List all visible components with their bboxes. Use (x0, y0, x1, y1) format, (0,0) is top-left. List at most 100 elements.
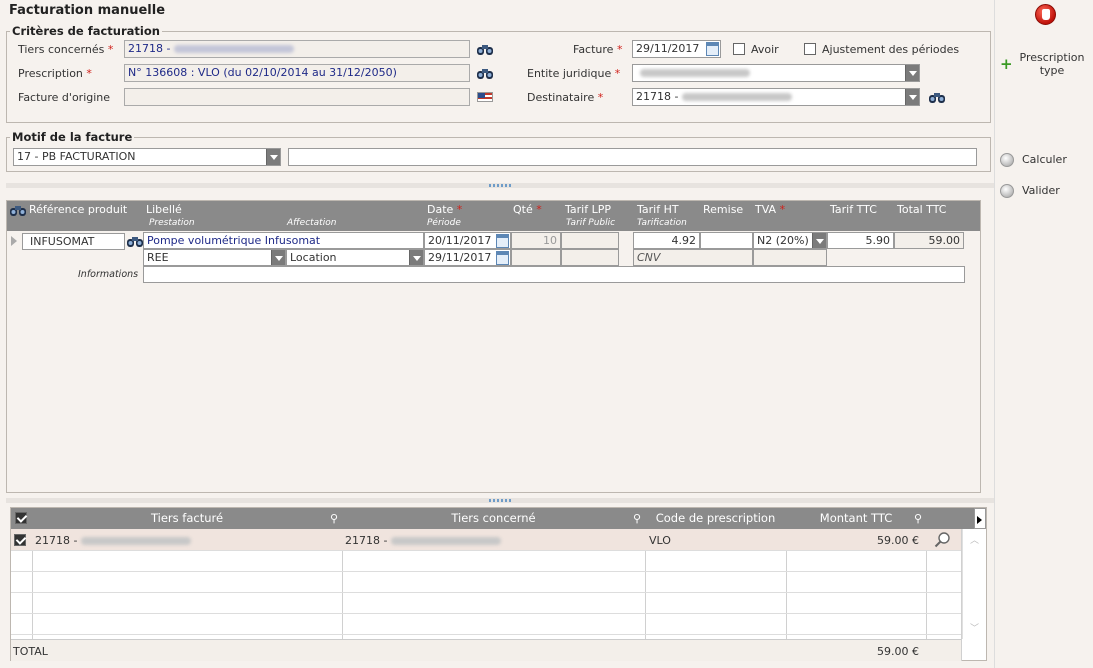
table-row-empty (11, 593, 961, 614)
search-icon[interactable]: ⚲ (330, 508, 338, 529)
select-all-checkbox[interactable] (15, 512, 27, 524)
destinataire-label: Destinataire * (527, 91, 604, 104)
radio-button-icon (1000, 184, 1014, 198)
tva-sub-cell (753, 249, 827, 266)
prescription-type-button[interactable]: + Prescription type (998, 50, 1093, 80)
chevron-down-icon[interactable] (812, 233, 826, 248)
stop-icon[interactable] (1035, 4, 1056, 25)
side-panel (994, 0, 995, 668)
calendar-icon[interactable] (706, 42, 719, 56)
table-row-empty (11, 614, 961, 635)
ajustement-checkbox[interactable] (804, 43, 816, 55)
grid-header-tiers-concerne[interactable]: Tiers concerné ⚲ (342, 508, 645, 529)
avoir-checkbox[interactable] (733, 43, 745, 55)
informations-label: Informations (78, 269, 139, 280)
col-tarif-ttc: Tarif TTC (830, 203, 877, 216)
table-row[interactable]: 21718 - 21718 - VLO 59.00 € (11, 529, 961, 551)
binoculars-icon[interactable] (476, 43, 494, 56)
tva-select[interactable]: N2 (20%) (753, 232, 827, 249)
affectation-select[interactable]: Location (286, 249, 424, 266)
magnifier-icon[interactable] (934, 532, 952, 548)
chevron-down-icon[interactable] (271, 250, 285, 265)
valider-button[interactable]: Valider (999, 183, 1089, 199)
tiers-label: Tiers concernés * (18, 43, 114, 56)
chevron-down-icon[interactable] (409, 250, 423, 265)
total-label: TOTAL (13, 645, 48, 658)
grid-scrollbar[interactable]: ︿ ﹀ (962, 529, 986, 639)
date2-input[interactable]: 29/11/2017 (424, 249, 511, 266)
grid-header-actions (926, 508, 974, 529)
chevron-down-icon[interactable] (266, 149, 280, 165)
table-row-empty (11, 572, 961, 593)
binoculars-icon[interactable] (9, 204, 27, 217)
row-expander-icon[interactable] (11, 236, 17, 246)
row-code: VLO (649, 534, 671, 547)
tarif-lpp-cell (561, 232, 619, 249)
row-checkbox[interactable] (14, 534, 26, 546)
valider-label: Valider (1022, 184, 1060, 197)
facture-origine-field[interactable] (124, 88, 470, 106)
qte-input[interactable]: 10 (511, 232, 561, 249)
informations-input[interactable] (143, 266, 965, 283)
grid-header-code[interactable]: Code de prescription (645, 508, 786, 529)
binoculars-icon[interactable] (928, 91, 946, 104)
splitter[interactable] (6, 183, 994, 188)
prescription-field[interactable]: N° 136608 : VLO (du 02/10/2014 au 31/12/… (124, 64, 470, 82)
calculer-button[interactable]: Calculer (999, 152, 1089, 168)
destinataire-select[interactable]: 21718 - (632, 88, 920, 106)
table-row-empty (11, 551, 961, 572)
plus-icon: + (1000, 55, 1013, 73)
libelle-input[interactable]: Pompe volumétrique Infusomat (143, 232, 424, 249)
col-prestation: Prestation (149, 218, 195, 228)
row-tiers-facture: 21718 - (35, 534, 192, 547)
motif-comment-input[interactable] (288, 148, 977, 166)
tarif-ht-input[interactable]: 4.92 (633, 232, 700, 249)
calendar-icon[interactable] (496, 234, 509, 248)
binoculars-icon[interactable] (476, 67, 494, 80)
splitter[interactable] (6, 498, 994, 503)
lines-header: Référence produit Libellé Prestation Aff… (7, 201, 980, 231)
chevron-right-icon (977, 516, 982, 524)
grid-header-montant[interactable]: Montant TTC ⚲ (786, 508, 926, 529)
binoculars-icon[interactable] (126, 235, 144, 248)
ref-input[interactable]: INFUSOMAT (22, 233, 125, 250)
col-tarif-public: Tarif Public (566, 218, 616, 228)
chevron-down-icon[interactable] (905, 89, 919, 105)
scroll-right-button[interactable] (974, 508, 986, 529)
grid-header-tiers-facture[interactable]: Tiers facturé ⚲ (32, 508, 342, 529)
chevron-down-icon[interactable] (905, 65, 919, 81)
motif-legend: Motif de la facture (10, 130, 135, 144)
calculer-label: Calculer (1022, 153, 1067, 166)
total-value: 59.00 € (877, 645, 919, 658)
col-tarif-ht: Tarif HT (637, 203, 679, 216)
facture-origine-label: Facture d'origine (18, 91, 111, 104)
col-qte: Qté * (513, 203, 542, 216)
search-icon[interactable]: ⚲ (633, 508, 641, 529)
calendar-icon[interactable] (496, 251, 509, 265)
prescription-type-label: Prescription type (1019, 51, 1085, 77)
col-periode: Période (427, 218, 461, 228)
tiers-field[interactable]: 21718 - (124, 40, 470, 58)
avoir-label: Avoir (751, 43, 779, 56)
col-ref: Référence produit (29, 203, 128, 216)
col-total-ttc: Total TTC (897, 203, 947, 216)
page-title: Facturation manuelle (9, 3, 166, 18)
tarif-ttc-input[interactable]: 5.90 (827, 232, 894, 249)
search-icon[interactable]: ⚲ (914, 508, 922, 529)
tarification-cell: CNV (633, 249, 753, 266)
date1-input[interactable]: 20/11/2017 (424, 232, 511, 249)
grid-header-check (11, 508, 32, 529)
row-tiers-concerne: 21718 - (345, 534, 502, 547)
chevron-up-icon[interactable]: ︿ (970, 533, 979, 546)
facture-date-field[interactable]: 29/11/2017 (632, 40, 721, 58)
chevron-down-icon[interactable]: ﹀ (970, 621, 979, 634)
entite-select[interactable] (632, 64, 920, 82)
col-remise: Remise (703, 203, 744, 216)
tarif-public-cell (561, 249, 619, 266)
entite-label: Entite juridique * (527, 67, 621, 80)
qte-sub-cell (511, 249, 561, 266)
criteres-legend: Critères de facturation (10, 24, 162, 38)
remise-input[interactable] (700, 232, 753, 249)
prestation-select[interactable]: REE (143, 249, 286, 266)
motif-select[interactable]: 17 - PB FACTURATION (13, 148, 281, 166)
